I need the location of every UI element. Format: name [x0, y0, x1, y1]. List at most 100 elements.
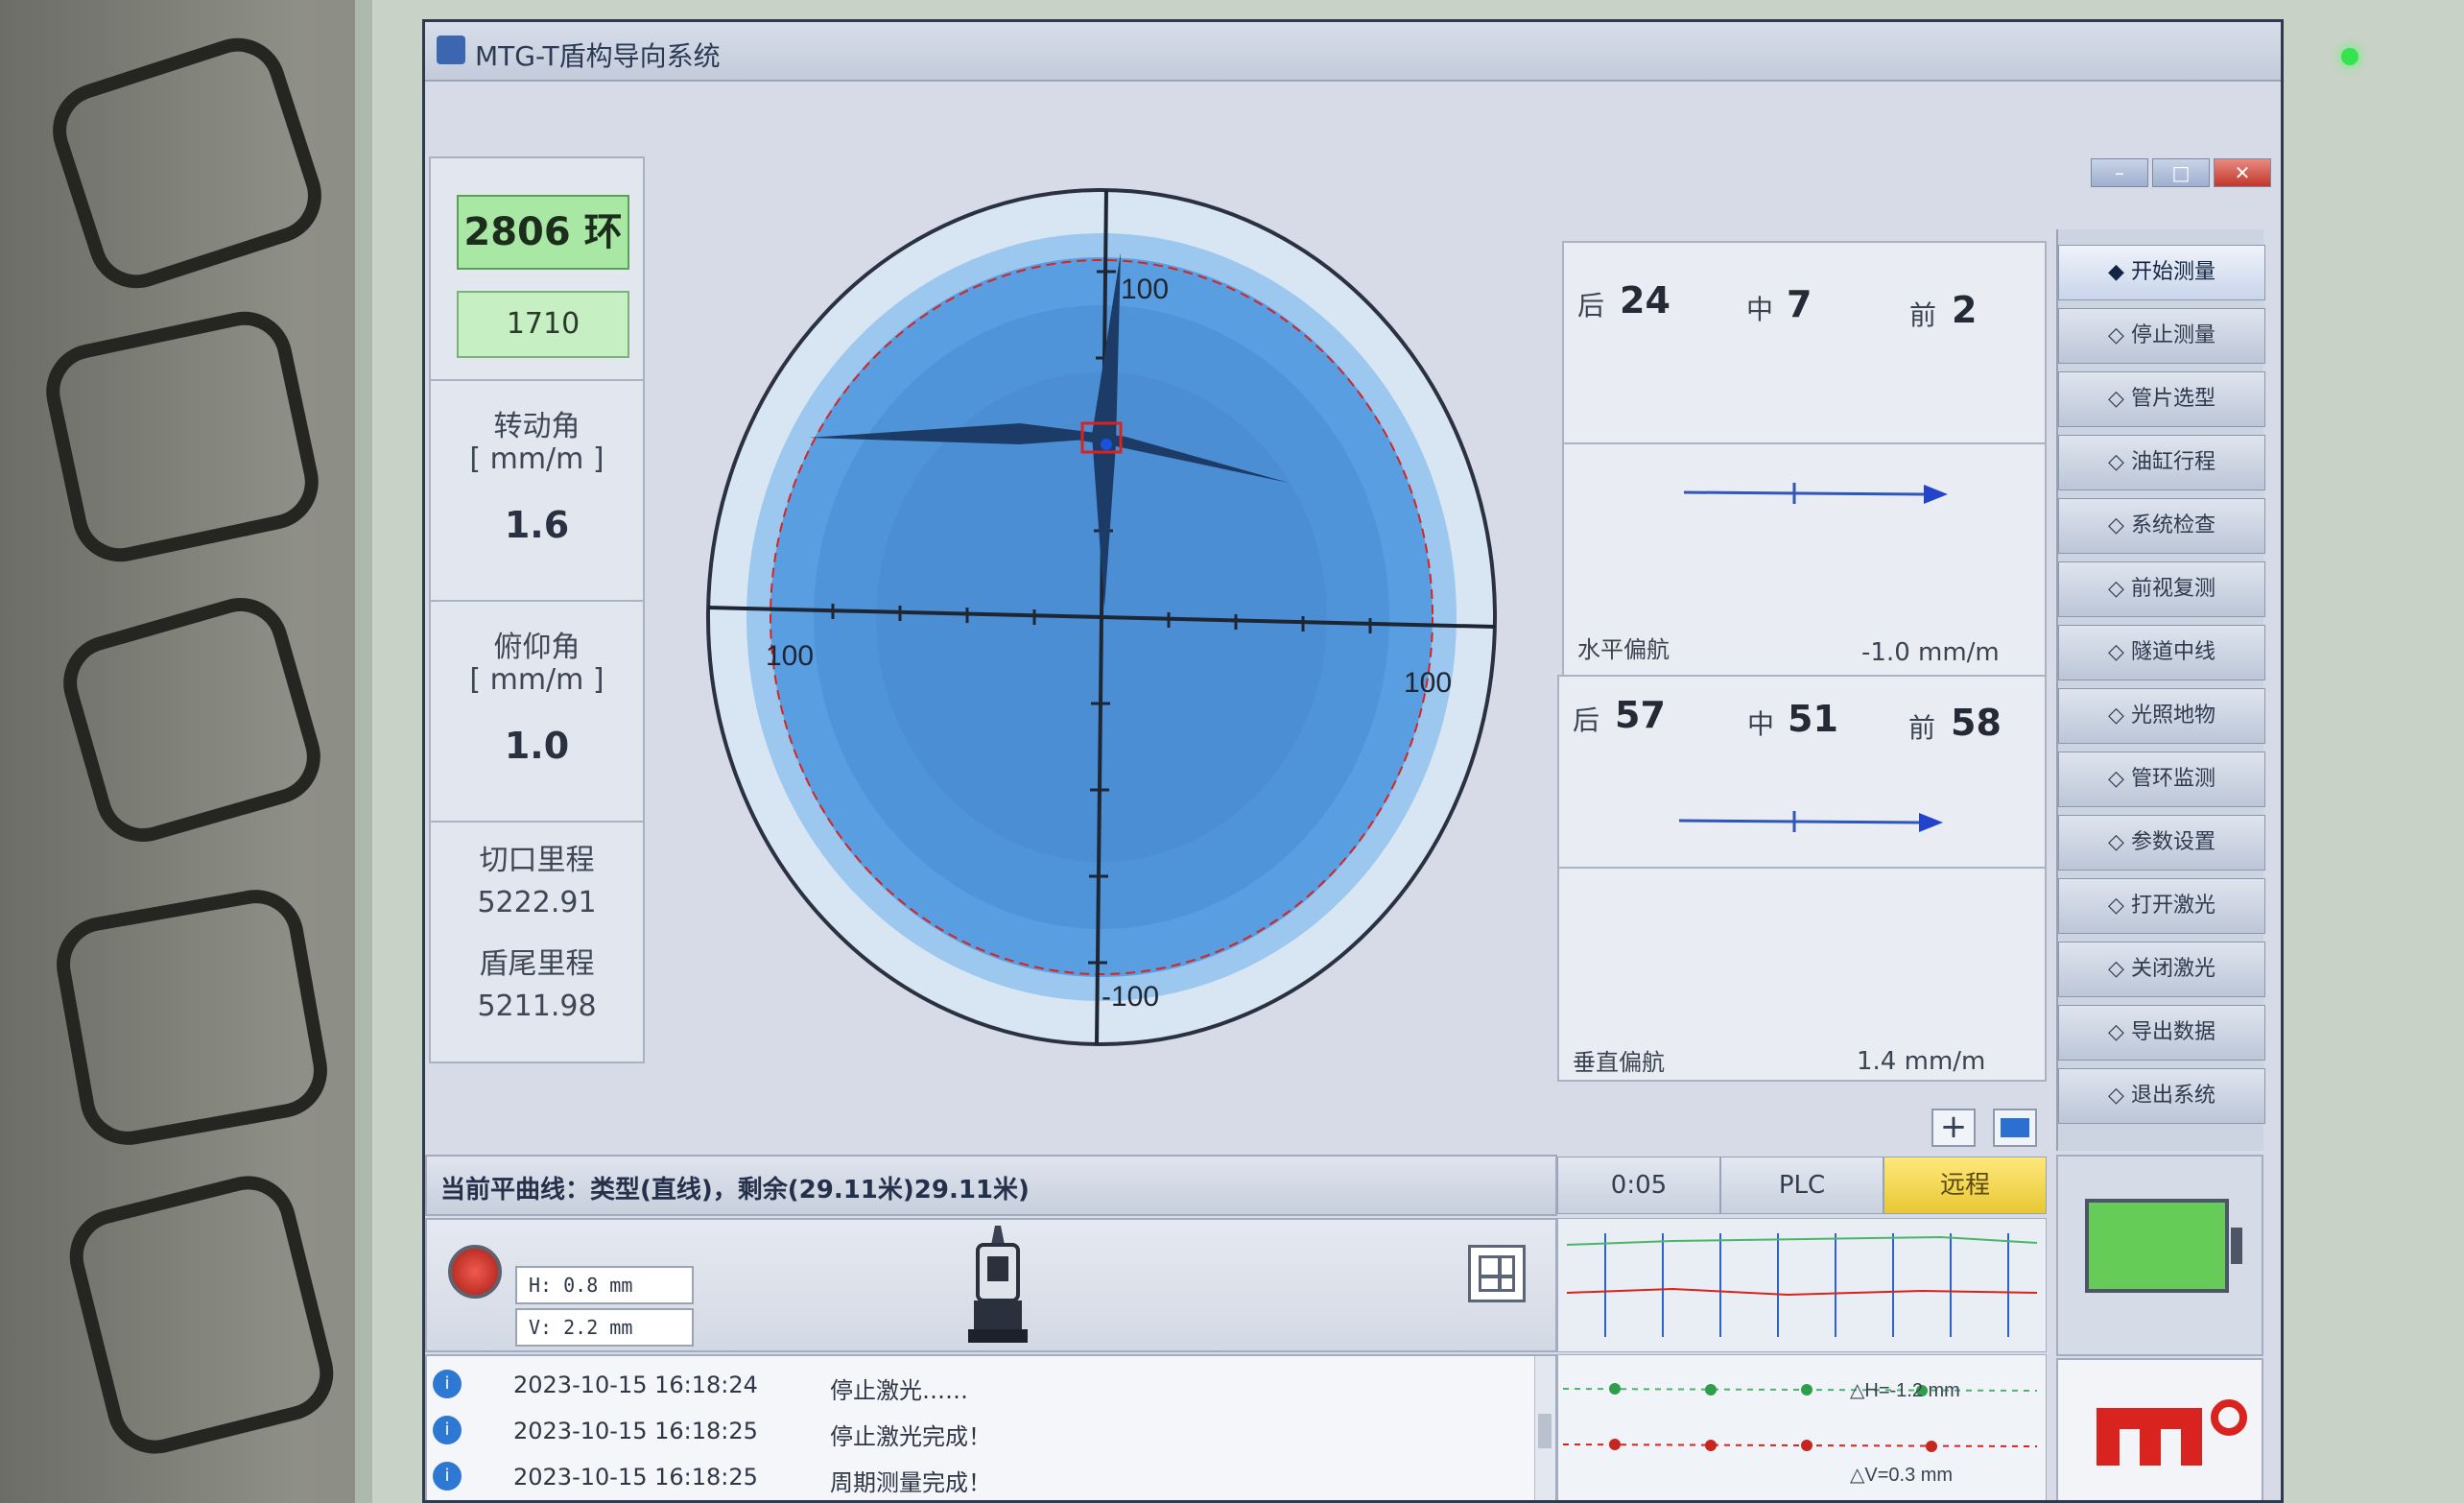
side-menu-item[interactable]: ◇ 关闭激光	[2058, 942, 2265, 997]
target-display: 100 100 100 -100	[706, 188, 1497, 1046]
remote-chip[interactable]: 远程	[1884, 1157, 2047, 1214]
ring-sub-number: 1710	[457, 291, 629, 358]
minimize-button[interactable]: –	[2091, 158, 2148, 187]
info-icon: i	[433, 1416, 462, 1444]
horizontal-values-row: 后 24 中 7 前 2	[1564, 243, 2045, 444]
rotation-label: 转动角	[493, 410, 580, 443]
laser-h-readout: H: 0.8 mm	[515, 1266, 694, 1304]
side-menu-item[interactable]: ◇ 管片选型	[2058, 371, 2265, 427]
v-rear-label: 后	[1573, 704, 1600, 736]
ring-number: 2806 环	[457, 195, 629, 270]
pitch-value: 1.0	[504, 725, 570, 767]
plc-chip[interactable]: PLC	[1720, 1157, 1884, 1214]
v-front-label: 前	[1908, 712, 1936, 744]
window-controls: – □ ✕	[2091, 158, 2271, 187]
power-led-icon	[2341, 48, 2358, 65]
target-label-bottom: -100	[1102, 981, 1159, 1013]
side-menu-item[interactable]: ◇ 系统检查	[2058, 498, 2265, 554]
curve-status-bar: 当前平曲线：类型(直线)，剩余(29.11米)29.11米)	[425, 1155, 1557, 1216]
side-menu-item[interactable]: ◇ 导出数据	[2058, 1005, 2265, 1061]
side-menu-item[interactable]: ◇ 退出系统	[2058, 1068, 2265, 1124]
log-message: 周期测量完成！	[830, 1469, 991, 1496]
tail-mileage-value: 5211.98	[477, 990, 597, 1023]
info-icon: i	[433, 1462, 462, 1491]
log-row: i 2023-10-15 16:18:25 停止激光完成！	[427, 1408, 1511, 1452]
log-row: i 2023-10-15 16:18:25 周期测量完成！	[427, 1454, 1511, 1498]
horizontal-deviation-arrow	[1683, 483, 1948, 504]
view-toggle-button[interactable]	[1993, 1109, 2037, 1147]
grid-view-button[interactable]	[1468, 1245, 1526, 1302]
zoom-in-button[interactable]: +	[1931, 1109, 1976, 1147]
log-timestamp: 2023-10-15 16:18:25	[513, 1464, 758, 1491]
delta-h-label: △H=-1.2 mm	[1850, 1380, 1960, 1401]
h-mid-label: 中	[1746, 294, 1774, 325]
timer-chip: 0:05	[1557, 1157, 1720, 1214]
view-toggle-icon	[2001, 1118, 2029, 1137]
log-timestamp: 2023-10-15 16:18:24	[513, 1372, 758, 1398]
side-menu-item[interactable]: ◇ 前视复测	[2058, 561, 2265, 617]
left-data-panel: 2806 环 1710 转动角 [ mm/m ] 1.6 俯仰角 [ mm/m …	[429, 156, 645, 1063]
log-scroll-thumb[interactable]	[1538, 1414, 1552, 1448]
rotation-value: 1.6	[504, 504, 570, 546]
log-message: 停止激光完成！	[830, 1423, 991, 1450]
cable-coil	[59, 1165, 344, 1465]
log-row: i 2023-10-15 16:18:24 停止激光……	[427, 1362, 1511, 1406]
laser-v-readout: V: 2.2 mm	[515, 1308, 694, 1347]
vertical-deviation-panel: 后 57 中 51 前 58 垂直偏航 1.4 mm/m	[1557, 675, 2047, 1082]
log-message: 停止激光……	[830, 1377, 968, 1404]
rotation-section: 转动角 [ mm/m ] 1.6	[431, 379, 643, 592]
cable-coil	[36, 302, 328, 571]
logo-mark-icon	[2097, 1399, 2247, 1466]
trend-strip-chart	[1557, 1218, 2047, 1352]
battery-terminal-icon	[2231, 1228, 2242, 1264]
log-timestamp: 2023-10-15 16:18:25	[513, 1418, 758, 1444]
side-menu-item[interactable]: ◇ 光照地物	[2058, 688, 2265, 744]
target-label-top: 100	[1121, 274, 1169, 305]
v-mid-value: 51	[1788, 698, 1838, 740]
rotation-unit: [ mm/m ]	[469, 442, 604, 476]
h-front-value: 2	[1952, 289, 1978, 331]
vertical-deviation-arrow	[1678, 811, 1943, 832]
log-scrollbar[interactable]	[1534, 1356, 1555, 1500]
delta-strip-chart: △H=-1.2 mm △V=0.3 mm	[1557, 1354, 2047, 1500]
side-menu-item[interactable]: ◇ 管环监测	[2058, 752, 2265, 807]
photo-scene: MTG-T盾构导向系统 – □ ✕ 2806 环 1710 转动角 [ mm/m…	[0, 0, 2464, 1503]
side-menu-item[interactable]: ◇ 打开激光	[2058, 878, 2265, 934]
v-rear-value: 57	[1615, 694, 1666, 736]
tail-mileage-label: 盾尾里程	[479, 947, 595, 981]
horizontal-title: 水平偏航	[1577, 636, 1670, 663]
grid-icon	[1479, 1255, 1515, 1292]
horizontal-deviation-panel: 后 24 中 7 前 2 水平偏航 -1.0 mm/m	[1562, 241, 2047, 679]
delta-v-label: △V=0.3 mm	[1850, 1465, 1953, 1486]
side-menu-item[interactable]: ◇ 停止测量	[2058, 308, 2265, 364]
side-menu-item[interactable]: ◇ 隧道中线	[2058, 625, 2265, 680]
close-button[interactable]: ✕	[2214, 158, 2271, 187]
cable-coil	[52, 586, 332, 853]
cable-coil	[49, 882, 335, 1153]
side-menu-item[interactable]: ◇ 参数设置	[2058, 815, 2265, 871]
pitch-unit: [ mm/m ]	[469, 663, 604, 697]
maximize-button[interactable]: □	[2152, 158, 2210, 187]
target-center-marker	[1101, 439, 1112, 450]
side-menu-item[interactable]: ◆ 开始测量	[2058, 245, 2265, 300]
cutter-mileage-label: 切口里程	[479, 844, 595, 877]
emergency-stop-icon[interactable]	[448, 1245, 502, 1299]
h-rear-label: 后	[1577, 290, 1605, 322]
pitch-label: 俯仰角	[493, 631, 580, 664]
instrument-strip: H: 0.8 mm V: 2.2 mm	[425, 1218, 1557, 1352]
total-station-icon	[968, 1226, 1028, 1343]
company-logo	[2056, 1358, 2263, 1500]
event-log: i 2023-10-15 16:18:24 停止激光…… i 2023-10-15 16…	[425, 1354, 1557, 1500]
vertical-rate: 1.4 mm/m	[1857, 1047, 1986, 1076]
title-bar: MTG-T盾构导向系统	[425, 22, 2281, 82]
h-rear-value: 24	[1620, 279, 1670, 322]
side-menu: ◆ 开始测量 ◇ 停止测量 ◇ 管片选型 ◇ 油缸行程 ◇ 系统检查 ◇ 前视复测 ◇ 隧道…	[2056, 229, 2265, 1151]
side-menu-item[interactable]: ◇ 油缸行程	[2058, 435, 2265, 490]
vertical-title: 垂直偏航	[1573, 1049, 1665, 1076]
h-front-label: 前	[1909, 299, 1937, 331]
cable-coil	[40, 25, 334, 301]
app-icon	[437, 36, 465, 64]
v-front-value: 58	[1951, 702, 2002, 744]
window-title: MTG-T盾构导向系统	[475, 40, 721, 72]
h-mid-value: 7	[1787, 283, 1812, 325]
